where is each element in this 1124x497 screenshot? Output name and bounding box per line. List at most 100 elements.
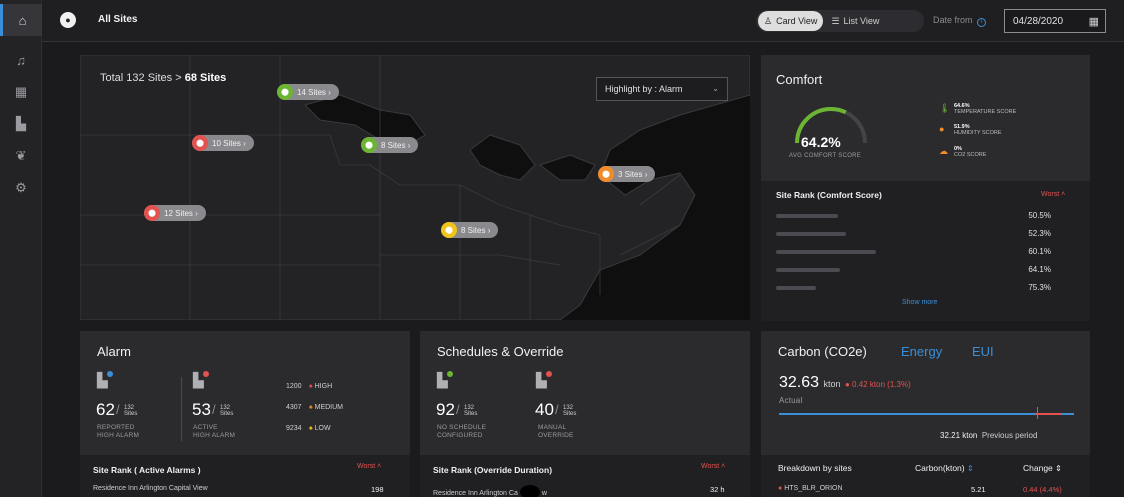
scroll-handle-icon[interactable]	[519, 485, 540, 497]
grid-icon[interactable]: ▦	[0, 76, 42, 108]
date-from-input[interactable]: 04/28/2020 ▦	[1004, 9, 1106, 33]
carbon-unit: kton	[823, 379, 841, 389]
temperature-score-label: TEMPERATURE SCORE	[954, 109, 1017, 115]
severity-count: 4307	[286, 404, 302, 411]
change-column-header[interactable]: Change ⇕	[1023, 463, 1062, 473]
alarm-worst-sort[interactable]: Worst ˄	[357, 463, 381, 470]
comfort-rank-value: 50.5%	[1028, 211, 1051, 220]
map-pin-cluster[interactable]: ⬤ 3 Sites ›	[598, 166, 656, 182]
map-pin-icon: ⬤	[192, 135, 208, 151]
tab-energy[interactable]: Energy	[901, 344, 942, 359]
worst-label: Worst	[357, 463, 376, 470]
blurred-site-name	[776, 214, 838, 218]
building-schedule-icon: ▙	[437, 371, 453, 389]
manual-override-label: MANUAL OVERRIDE	[538, 424, 574, 440]
carbon-progress-over	[1035, 413, 1061, 415]
manual-override-total: 132 Sites	[563, 405, 576, 417]
list-view-button[interactable]: ☰ List View	[823, 16, 887, 27]
breakdown-site[interactable]: ● HTS_BLR_ORION	[778, 485, 843, 492]
fraction-slash: /	[116, 402, 120, 417]
no-schedule-label-2: CONFIGURED	[437, 432, 483, 439]
worst-label: Worst	[701, 463, 720, 470]
highlight-by-label: Highlight by : Alarm	[605, 84, 683, 94]
alarm-rank-site[interactable]: Residence Inn Arlington Capital View	[93, 485, 208, 492]
carbon-delta: ● 0.42 kton (1.3%)	[844, 380, 911, 389]
severity-label: HIGH	[314, 383, 333, 390]
date-value: 04/28/2020	[1013, 15, 1064, 27]
breakdown-title: Breakdown by sites	[778, 463, 852, 473]
fraction-slash: /	[555, 402, 559, 417]
map-pin-icon: ⬤	[361, 137, 377, 153]
override-site-name: Residence Inn Arlington Ca	[433, 490, 518, 497]
map-pin-cluster[interactable]: ⬤ 8 Sites ›	[441, 222, 499, 238]
sites-map[interactable]: Total 132 Sites > 68 Sites Highlight by …	[80, 55, 750, 320]
reported-label-1: REPORTED	[97, 424, 135, 431]
pin-label: 3 Sites	[618, 169, 643, 179]
map-pin-cluster[interactable]: ⬤ 12 Sites ›	[144, 205, 206, 221]
blurred-site-name	[776, 250, 876, 254]
reported-label-2: HIGH ALARM	[97, 432, 140, 439]
severity-count: 1200	[286, 383, 302, 390]
fraction-slash: /	[456, 402, 460, 417]
manual-total-unit: Sites	[563, 411, 577, 417]
alarm-rank-title: Site Rank ( Active Alarms )	[93, 465, 201, 475]
bell-icon: ♠	[308, 425, 313, 432]
override-rank-title: Site Rank (Override Duration)	[433, 465, 553, 475]
carbon-delta-text: 0.42 kton (1.3%)	[852, 380, 911, 389]
map-pin-icon: ⬤	[441, 222, 457, 238]
card-view-button[interactable]: ♙ Card View	[758, 11, 824, 31]
site-title[interactable]: All Sites	[98, 14, 137, 25]
building-settings-icon[interactable]: ▙	[0, 108, 42, 140]
map-pin-icon: ⬤	[144, 205, 160, 221]
blurred-site-name	[776, 268, 840, 272]
manual-label-2: OVERRIDE	[538, 432, 574, 439]
override-rank-table: Site Rank (Override Duration) Worst ˄ Re…	[420, 455, 750, 497]
tab-carbon[interactable]: Carbon (CO2e)	[778, 344, 867, 359]
date-from-text: Date from	[933, 15, 973, 25]
alarm-title: Alarm	[97, 344, 131, 359]
override-site-tail: w	[541, 490, 547, 497]
carbon-column-header[interactable]: Carbon(kton) ⇕	[915, 463, 974, 473]
blurred-site-name	[776, 286, 816, 290]
active-label-1: ACTIVE	[193, 424, 218, 431]
person-icon: ♙	[764, 15, 773, 26]
severity-count: 9234	[286, 425, 302, 432]
no-schedule-label: NO SCHEDULE CONFIGURED	[437, 424, 486, 440]
pin-label: 10 Sites	[212, 138, 241, 148]
gear-icon[interactable]: ⚙	[0, 172, 42, 204]
comfort-worst-sort[interactable]: Worst ˄	[1041, 191, 1065, 198]
breakdown-site-name: HTS_BLR_ORION	[784, 485, 843, 492]
comfort-rank-value: 75.3%	[1028, 283, 1051, 292]
calendar-icon[interactable]: ▦	[1089, 15, 1099, 28]
override-rank-value: 32 h	[710, 485, 725, 494]
map-pin-cluster[interactable]: ⬤ 8 Sites ›	[361, 137, 419, 153]
schedules-title: Schedules & Override	[437, 344, 564, 359]
map-total-sites: Total 132 Sites > 68 Sites	[100, 72, 226, 84]
alarm-rank-table: Site Rank ( Active Alarms ) Worst ˄ Resi…	[80, 455, 410, 497]
alarm-bell-icon[interactable]: ♫	[0, 44, 42, 76]
highlight-by-dropdown[interactable]: Highlight by : Alarm ⌄	[596, 77, 728, 101]
map-pin-cluster[interactable]: ⬤ 10 Sites ›	[192, 135, 254, 151]
override-worst-sort[interactable]: Worst ˄	[701, 463, 725, 470]
bell-icon: ♠	[308, 383, 313, 390]
map-pin-icon: ⬤	[598, 166, 614, 182]
cloud-icon: ☁	[939, 146, 948, 156]
show-more-link[interactable]: Show more	[902, 299, 937, 306]
home-icon[interactable]: ⌂	[0, 4, 42, 36]
building-override-icon: ▙	[536, 371, 552, 389]
location-pin-icon[interactable]: ●	[60, 12, 76, 28]
tab-eui[interactable]: EUI	[972, 344, 994, 359]
map-pin-cluster[interactable]: ⬤ 14 Sites ›	[277, 84, 339, 100]
chevron-down-icon: ⌄	[712, 84, 719, 93]
comfort-rank-value: 60.1%	[1028, 247, 1051, 256]
sort-icon: ⇕	[966, 464, 974, 473]
view-toggle: ♙ Card View ☰ List View	[756, 10, 924, 32]
manual-override-count: 40	[535, 400, 554, 419]
override-rank-site[interactable]: Residence Inn Arlington Ca w	[433, 485, 547, 497]
info-icon[interactable]: i	[977, 18, 987, 27]
leaf-icon[interactable]: ❦	[0, 140, 42, 172]
building-alarm-icon: ▙	[193, 371, 209, 389]
no-schedule-count: 92	[436, 400, 455, 419]
breakdown-change-value: 0.44 (4.4%)	[1023, 485, 1062, 494]
active-alarm-count: 53	[192, 400, 211, 419]
